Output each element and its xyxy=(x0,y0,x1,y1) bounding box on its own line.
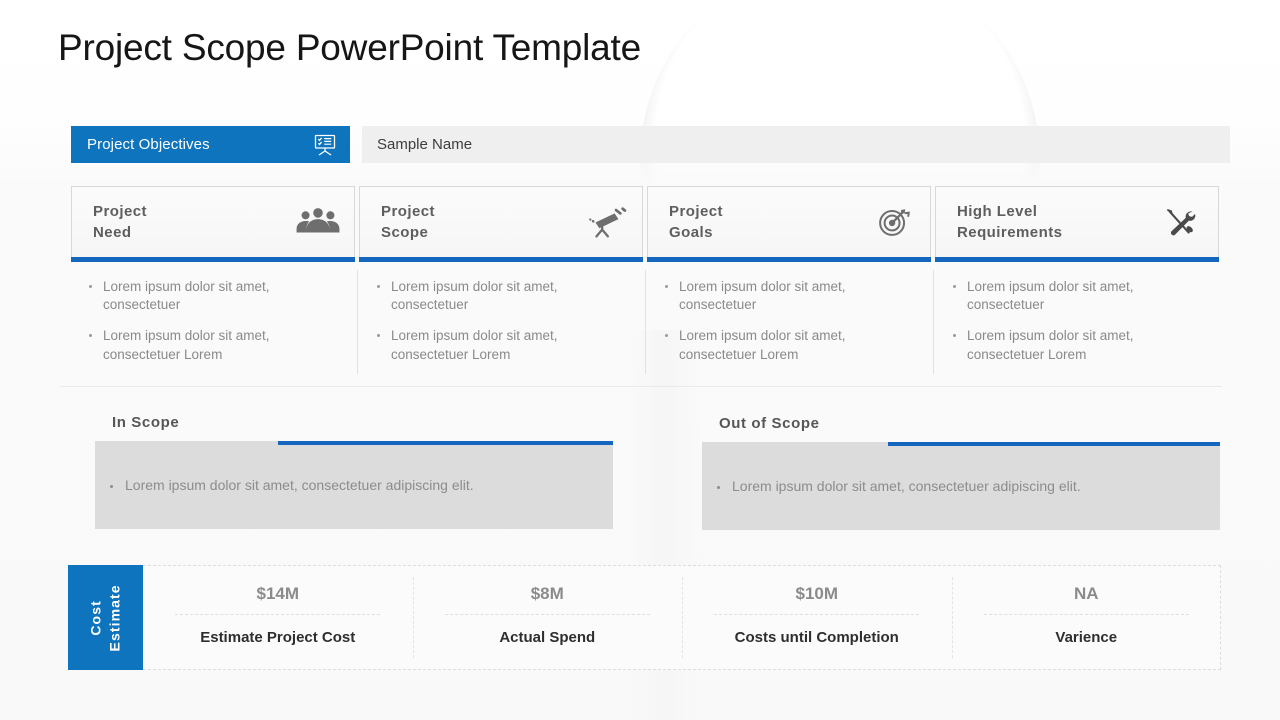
page-title: Project Scope PowerPoint Template xyxy=(58,27,641,68)
cost-estimate-badge-label: Cost Estimate xyxy=(87,583,123,652)
out-of-scope-title: Out of Scope xyxy=(719,415,820,432)
out-of-scope-block[interactable]: Out of Scope Lorem ipsum dolor sit amet,… xyxy=(702,415,1220,530)
out-of-scope-text: Lorem ipsum dolor sit amet, consectetuer… xyxy=(702,478,1081,494)
cost-amount: $8M xyxy=(530,584,564,603)
cost-cell-varience[interactable]: NA Varience xyxy=(951,565,1222,670)
cost-amount: NA xyxy=(1073,584,1099,603)
list-item: Lorem ipsum dolor sit amet, consectetuer… xyxy=(655,327,875,363)
cost-label: Actual Spend xyxy=(499,629,596,646)
cost-label: Varience xyxy=(1055,629,1118,646)
cost-estimate-badge: Cost Estimate xyxy=(68,565,143,670)
section-divider xyxy=(60,386,1222,387)
in-scope-block[interactable]: In Scope Lorem ipsum dolor sit amet, con… xyxy=(95,414,613,529)
card-bullet-list: Lorem ipsum dolor sit amet, consectetuer… xyxy=(367,278,627,364)
cost-estimate-row: Cost Estimate $14M Estimate Project Cost… xyxy=(68,565,1221,670)
out-of-scope-box: Lorem ipsum dolor sit amet, consectetuer… xyxy=(702,442,1220,530)
card-header: Project Scope xyxy=(359,186,643,257)
cost-amount: $10M xyxy=(795,584,839,603)
card-high-level-requirements[interactable]: High Level Requirements Lorem ipsum dolo… xyxy=(933,186,1221,376)
list-item: Lorem ipsum dolor sit amet, consectetuer xyxy=(655,278,875,314)
card-project-need[interactable]: Project Need Lorem ipsum dolor sit amet,… xyxy=(69,186,357,376)
cost-estimate-cells: $14M Estimate Project Cost $8M Actual Sp… xyxy=(143,565,1221,670)
in-scope-title: In Scope xyxy=(112,414,180,431)
card-title: Project Scope xyxy=(381,202,436,241)
column-divider xyxy=(933,270,934,374)
sample-name-field[interactable]: Sample Name xyxy=(362,126,1230,163)
telescope-icon xyxy=(584,204,628,240)
card-bullet-list: Lorem ipsum dolor sit amet, consectetuer… xyxy=(655,278,915,364)
cost-cell-estimate-project-cost[interactable]: $14M Estimate Project Cost xyxy=(143,565,413,670)
cost-label: Costs until Completion xyxy=(734,629,899,646)
column-divider xyxy=(645,270,646,374)
target-dartboard-icon xyxy=(872,204,916,240)
card-title: Project Need xyxy=(93,202,148,241)
list-item: Lorem ipsum dolor sit amet, consectetuer xyxy=(367,278,587,314)
cost-label: Estimate Project Cost xyxy=(200,629,356,646)
project-objectives-header[interactable]: Project Objectives xyxy=(71,126,350,163)
sample-name-value: Sample Name xyxy=(377,136,473,153)
list-item: Lorem ipsum dolor sit amet, consectetuer… xyxy=(79,327,299,363)
card-body: Lorem ipsum dolor sit amet, consectetuer… xyxy=(69,262,357,364)
cost-amount: $14M xyxy=(256,584,300,603)
list-item: Lorem ipsum dolor sit amet, consectetuer… xyxy=(367,327,587,363)
card-bullet-list: Lorem ipsum dolor sit amet, consectetuer… xyxy=(943,278,1203,364)
card-project-goals[interactable]: Project Goals Lorem ipsum dolor sit amet… xyxy=(645,186,933,376)
presentation-board-icon xyxy=(312,134,338,156)
tools-wrench-screwdriver-icon xyxy=(1160,204,1204,240)
card-body: Lorem ipsum dolor sit amet, consectetuer… xyxy=(357,262,645,374)
card-bullet-list: Lorem ipsum dolor sit amet, consectetuer… xyxy=(79,278,339,364)
list-item: Lorem ipsum dolor sit amet, consectetuer xyxy=(943,278,1163,314)
card-title: Project Goals xyxy=(669,202,724,241)
in-scope-box: Lorem ipsum dolor sit amet, consectetuer… xyxy=(95,441,613,529)
card-header: High Level Requirements xyxy=(935,186,1219,257)
card-body: Lorem ipsum dolor sit amet, consectetuer… xyxy=(933,262,1221,374)
column-divider xyxy=(357,270,358,374)
list-item: Lorem ipsum dolor sit amet, consectetuer xyxy=(79,278,299,314)
card-title: High Level Requirements xyxy=(957,202,1063,241)
scope-accent-bar xyxy=(888,442,1220,446)
objective-cards-row: Project Need Lorem ipsum dolor sit amet,… xyxy=(69,186,1221,376)
in-scope-text: Lorem ipsum dolor sit amet, consectetuer… xyxy=(95,477,474,493)
scope-accent-bar xyxy=(278,441,613,445)
cost-cell-actual-spend[interactable]: $8M Actual Spend xyxy=(412,565,683,670)
cost-cell-costs-until-completion[interactable]: $10M Costs until Completion xyxy=(682,565,952,670)
slide-canvas: Project Scope PowerPoint Template Projec… xyxy=(0,0,1280,720)
card-header: Project Goals xyxy=(647,186,931,257)
card-project-scope[interactable]: Project Scope Lorem ipsum dolor sit amet… xyxy=(357,186,645,376)
project-objectives-label: Project Objectives xyxy=(87,136,210,153)
people-group-icon xyxy=(296,204,340,240)
card-body: Lorem ipsum dolor sit amet, consectetuer… xyxy=(645,262,933,374)
card-header: Project Need xyxy=(71,186,355,257)
list-item: Lorem ipsum dolor sit amet, consectetuer… xyxy=(943,327,1163,363)
